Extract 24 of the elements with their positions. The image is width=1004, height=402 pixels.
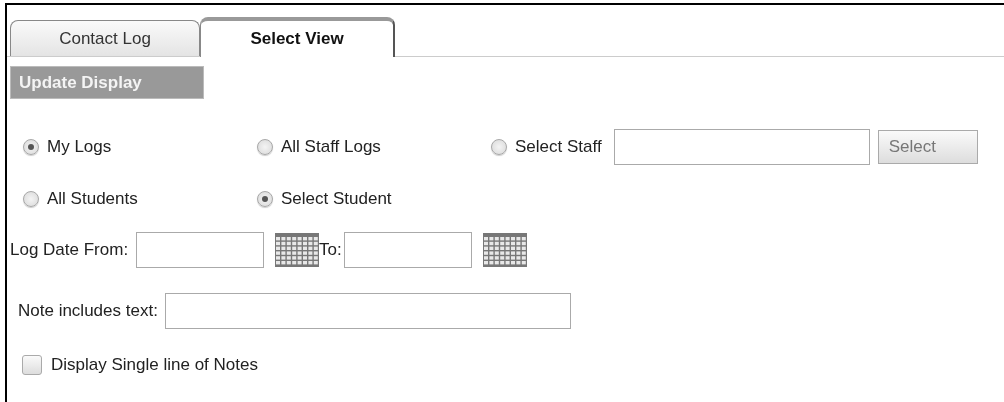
radio-button[interactable] (23, 139, 39, 155)
tab[interactable]: Select View (200, 17, 395, 57)
radio-label: All Staff Logs (281, 137, 381, 157)
checkbox[interactable] (22, 355, 42, 375)
calendar-icon[interactable] (275, 233, 320, 267)
radio-button[interactable] (257, 191, 273, 207)
note-text-field[interactable] (164, 293, 571, 329)
date-from-label: Log Date From: (10, 240, 129, 260)
tab[interactable]: Contact Log (10, 20, 200, 56)
radio-button[interactable] (257, 139, 273, 155)
date-from-field[interactable] (136, 232, 265, 268)
date-to-label: To: (319, 240, 342, 260)
checkbox-label: Display Single line of Notes (51, 355, 258, 375)
select-button[interactable]: Select (877, 130, 978, 164)
radio-button[interactable] (491, 139, 507, 155)
note-text-label: Note includes text: (18, 301, 158, 321)
radio-label: Select Student (281, 189, 392, 209)
radio-button[interactable] (23, 191, 39, 207)
date-to-field[interactable] (343, 232, 472, 268)
calendar-icon[interactable] (482, 233, 527, 267)
radio-label: All Students (47, 189, 138, 209)
radio-label: My Logs (47, 137, 112, 157)
radio-label: Select Staff (515, 137, 602, 157)
staff-field[interactable] (613, 129, 870, 165)
